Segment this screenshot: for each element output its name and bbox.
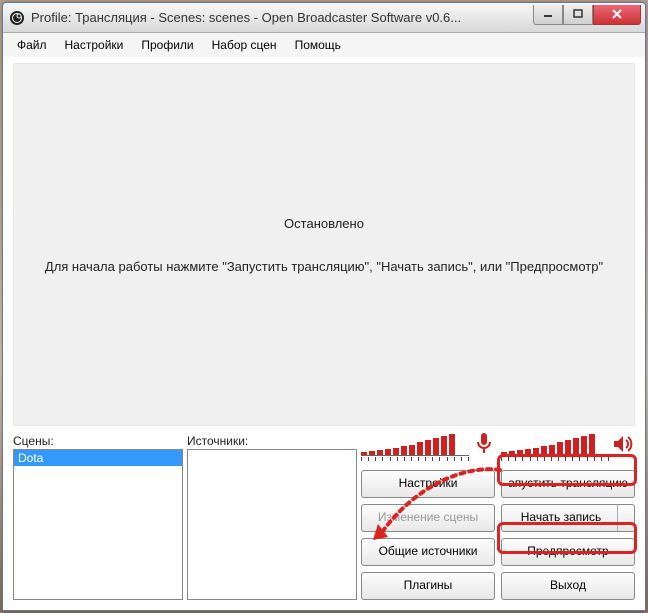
close-button[interactable] xyxy=(593,5,641,25)
plugins-button[interactable]: Плагины xyxy=(361,572,495,600)
window-controls xyxy=(533,5,641,25)
list-item[interactable]: Dota xyxy=(14,450,182,466)
speaker-meter[interactable] xyxy=(501,428,635,456)
mic-icon[interactable] xyxy=(473,432,495,454)
sources-label: Источники: xyxy=(187,434,357,448)
scenes-column: Сцены: Dota xyxy=(13,434,183,600)
preview-status-text: Остановлено xyxy=(284,216,364,231)
start-stream-button[interactable]: апустить трансляцию xyxy=(501,470,635,498)
start-record-label: Начать запись xyxy=(521,510,601,524)
minimize-button[interactable] xyxy=(533,5,563,25)
button-grid: Настройки апустить трансляцию Изменение … xyxy=(361,470,635,600)
titlebar[interactable]: Profile: Трансляция - Scenes: scenes - O… xyxy=(3,3,645,33)
scenes-listbox[interactable]: Dota xyxy=(13,449,183,600)
menu-profiles[interactable]: Профили xyxy=(133,35,201,55)
sources-column: Источники: xyxy=(187,434,357,600)
menubar: Файл Настройки Профили Набор сцен Помощь xyxy=(3,33,645,57)
app-window: Profile: Трансляция - Scenes: scenes - O… xyxy=(2,2,646,611)
mic-meter[interactable] xyxy=(361,428,495,456)
menu-help[interactable]: Помощь xyxy=(287,35,349,55)
audio-meters xyxy=(361,428,635,456)
bottom-panel: Сцены: Dota Источники: xyxy=(3,430,645,610)
maximize-button[interactable] xyxy=(563,5,593,25)
app-icon xyxy=(9,10,25,26)
start-record-button[interactable]: Начать запись ▼ xyxy=(501,504,635,532)
menu-scene-collection[interactable]: Набор сцен xyxy=(204,35,285,55)
exit-button[interactable]: Выход xyxy=(501,572,635,600)
menu-file[interactable]: Файл xyxy=(9,35,55,55)
scenes-label: Сцены: xyxy=(13,434,183,448)
speaker-icon[interactable] xyxy=(613,434,635,454)
window-title: Profile: Трансляция - Scenes: scenes - O… xyxy=(31,10,533,25)
settings-button[interactable]: Настройки xyxy=(361,470,495,498)
menu-settings[interactable]: Настройки xyxy=(57,35,132,55)
preview-hint-text: Для начала работы нажмите "Запустить тра… xyxy=(45,259,603,274)
controls-column: Настройки апустить трансляцию Изменение … xyxy=(361,434,635,600)
sources-listbox[interactable] xyxy=(187,449,357,600)
chevron-down-icon[interactable]: ▼ xyxy=(621,507,630,532)
preview-area: Остановлено Для начала работы нажмите "З… xyxy=(13,63,635,426)
edit-scene-button[interactable]: Изменение сцены xyxy=(361,504,495,532)
preview-button[interactable]: Предпросмотр xyxy=(501,538,635,566)
global-sources-button[interactable]: Общие источники xyxy=(361,538,495,566)
